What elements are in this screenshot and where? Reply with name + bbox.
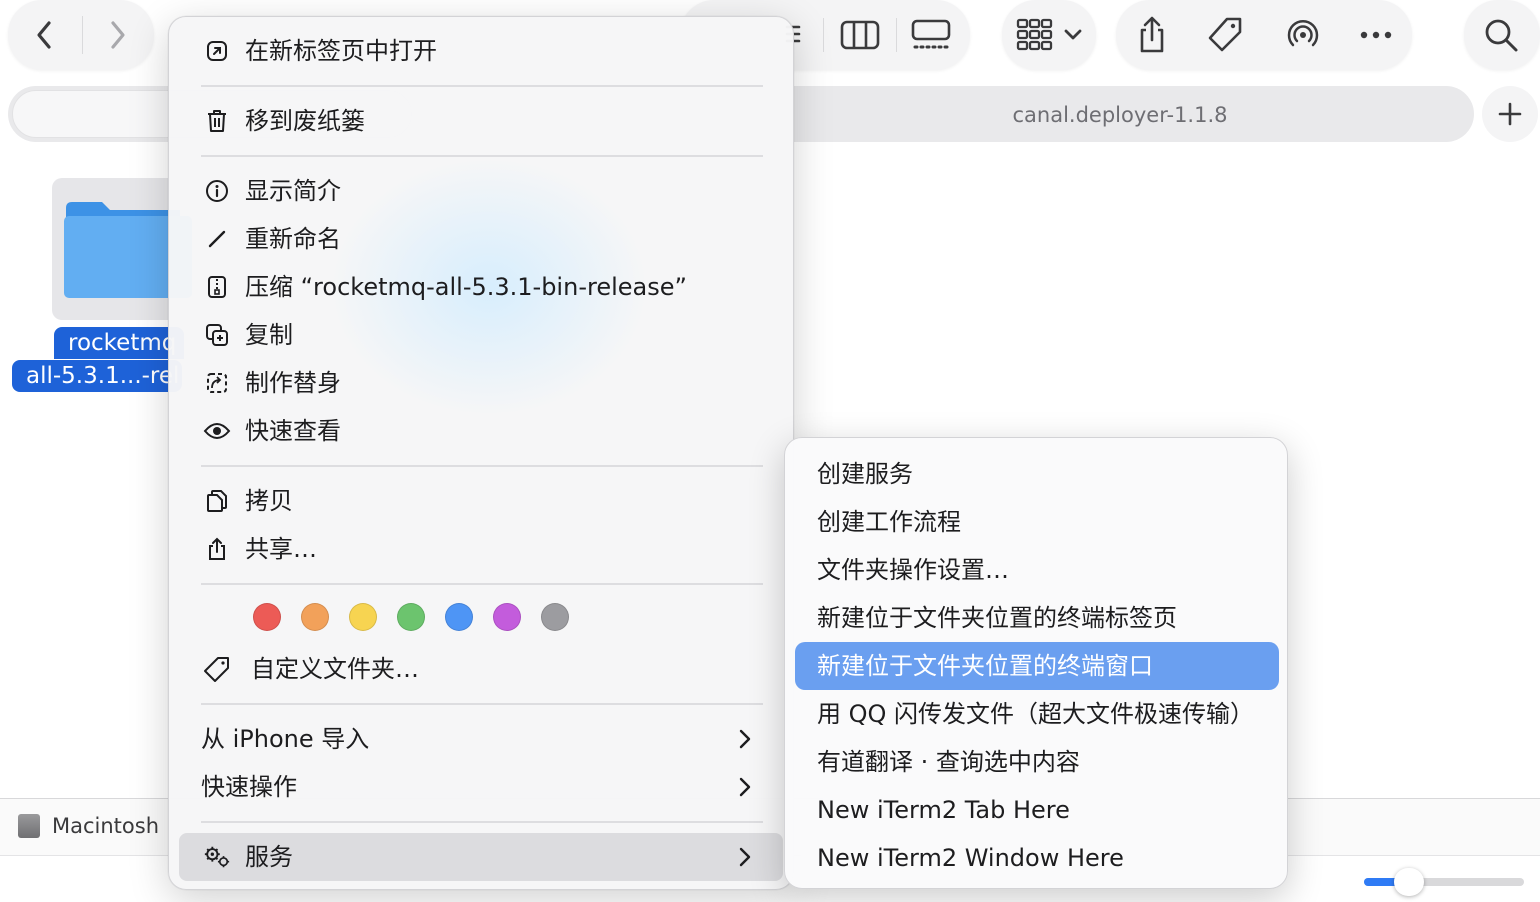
trash-icon bbox=[203, 107, 231, 135]
service-item[interactable]: 新建位于文件夹位置的终端窗口 bbox=[795, 642, 1279, 690]
chevron-left-icon bbox=[37, 21, 51, 49]
service-item[interactable]: 文件夹操作设置… bbox=[795, 546, 1279, 594]
services-submenu: 创建服务 创建工作流程 文件夹操作设置… 新建位于文件夹位置的终端标签页 新建位于文件夹… bbox=[784, 437, 1288, 889]
menu-divider bbox=[201, 821, 763, 823]
search-icon bbox=[1485, 19, 1518, 52]
menu-item-rename[interactable]: 重新命名 bbox=[179, 217, 783, 261]
tab-active-title[interactable]: canal.deployer-1.1.8 bbox=[960, 100, 1280, 130]
menu-divider bbox=[201, 85, 763, 87]
gears-icon bbox=[203, 843, 231, 871]
eye-icon bbox=[203, 417, 231, 445]
tag-color-4[interactable] bbox=[445, 603, 473, 631]
context-menu: 在新标签页中打开 移到废纸篓 显示简介 重新命名 压缩 “rocketmq-al… bbox=[168, 16, 794, 890]
tag-color-3[interactable] bbox=[397, 603, 425, 631]
tag-color-row bbox=[253, 603, 569, 631]
menu-label: 移到废纸篓 bbox=[245, 107, 365, 135]
menu-item-copy[interactable]: 拷贝 bbox=[179, 479, 783, 523]
menu-label: 制作替身 bbox=[245, 369, 341, 397]
airdrop-icon bbox=[1287, 19, 1319, 47]
service-item[interactable]: New iTerm2 Window Here bbox=[795, 834, 1279, 882]
menu-label: 显示简介 bbox=[245, 177, 341, 205]
hard-disk-icon bbox=[18, 814, 40, 838]
share-icon bbox=[203, 535, 231, 563]
more-icon bbox=[1360, 31, 1392, 39]
tag-icon bbox=[203, 655, 231, 683]
tag-color-0[interactable] bbox=[253, 603, 281, 631]
menu-item-quick-look[interactable]: 快速查看 bbox=[179, 409, 783, 453]
copy-icon bbox=[203, 487, 231, 515]
plus-icon bbox=[1498, 102, 1522, 126]
menu-item-import-from-iphone[interactable]: 从 iPhone 导入 bbox=[179, 717, 783, 761]
menu-divider bbox=[201, 703, 763, 705]
share-icon bbox=[1140, 16, 1164, 53]
menu-label: 服务 bbox=[245, 843, 293, 871]
file-name-line1[interactable]: rocketmq bbox=[54, 327, 184, 359]
open-in-tab-icon bbox=[203, 37, 231, 65]
menu-label: 从 iPhone 导入 bbox=[201, 725, 370, 753]
tag-button[interactable] bbox=[1202, 12, 1248, 58]
nav-separator bbox=[82, 16, 83, 54]
zoom-slider-knob[interactable] bbox=[1393, 868, 1424, 896]
view-separator bbox=[823, 18, 824, 52]
new-tab-button[interactable] bbox=[1482, 86, 1538, 142]
service-item[interactable]: 用 QQ 闪传发文件（超大文件极速传输） bbox=[795, 690, 1279, 738]
back-button[interactable] bbox=[22, 12, 68, 58]
menu-label: 快速查看 bbox=[245, 417, 341, 445]
menu-label: 共享… bbox=[245, 535, 317, 563]
menu-item-share[interactable]: 共享… bbox=[179, 527, 783, 571]
menu-item-get-info[interactable]: 显示简介 bbox=[179, 169, 783, 213]
info-icon bbox=[203, 177, 231, 205]
menu-divider bbox=[201, 465, 763, 467]
file-name-line2[interactable]: all-5.3.1...-rel bbox=[12, 360, 182, 392]
search-button[interactable] bbox=[1476, 12, 1526, 58]
column-view-button[interactable] bbox=[836, 14, 884, 56]
forward-button[interactable] bbox=[94, 12, 140, 58]
share-button[interactable] bbox=[1130, 12, 1174, 58]
duplicate-icon bbox=[203, 321, 231, 349]
chevron-right-icon bbox=[739, 777, 751, 797]
menu-item-duplicate[interactable]: 复制 bbox=[179, 313, 783, 357]
chevron-right-icon bbox=[111, 21, 125, 49]
airdrop-button[interactable] bbox=[1280, 12, 1326, 58]
menu-item-services[interactable]: 服务 bbox=[179, 833, 783, 881]
gallery-view-icon bbox=[911, 19, 951, 49]
menu-label: 自定义文件夹… bbox=[251, 655, 419, 683]
group-button[interactable] bbox=[1012, 14, 1088, 56]
menu-label: 重新命名 bbox=[245, 225, 341, 253]
tag-color-6[interactable] bbox=[541, 603, 569, 631]
menu-divider bbox=[201, 155, 763, 157]
view-separator-2 bbox=[896, 18, 897, 52]
chevron-right-icon bbox=[739, 729, 751, 749]
tag-icon bbox=[1208, 17, 1242, 52]
menu-label: 拷贝 bbox=[245, 487, 293, 515]
menu-item-quick-actions[interactable]: 快速操作 bbox=[179, 765, 783, 809]
menu-item-move-to-trash[interactable]: 移到废纸篓 bbox=[179, 99, 783, 143]
group-icon bbox=[1016, 18, 1082, 51]
menu-label: 快速操作 bbox=[201, 773, 297, 801]
service-item[interactable]: New iTerm2 Tab Here bbox=[795, 786, 1279, 834]
chevron-right-icon bbox=[739, 847, 751, 867]
menu-label: 压缩 “rocketmq-all-5.3.1-bin-release” bbox=[245, 273, 687, 301]
gallery-view-button[interactable] bbox=[906, 14, 956, 56]
path-item-macintosh[interactable]: Macintosh bbox=[52, 810, 159, 842]
column-view-icon bbox=[840, 20, 880, 50]
service-item[interactable]: 有道翻译 · 查询选中内容 bbox=[795, 738, 1279, 786]
menu-item-custom-folder[interactable]: 自定义文件夹… bbox=[179, 647, 783, 691]
menu-label: 在新标签页中打开 bbox=[245, 37, 437, 65]
archive-icon bbox=[203, 273, 231, 301]
service-item[interactable]: 创建服务 bbox=[795, 450, 1279, 498]
menu-item-open-in-new-tab[interactable]: 在新标签页中打开 bbox=[179, 29, 783, 73]
service-item[interactable]: 新建位于文件夹位置的终端标签页 bbox=[795, 594, 1279, 642]
tag-color-1[interactable] bbox=[301, 603, 329, 631]
pencil-icon bbox=[203, 225, 231, 253]
alias-icon bbox=[203, 369, 231, 397]
service-item[interactable]: 创建工作流程 bbox=[795, 498, 1279, 546]
tag-color-5[interactable] bbox=[493, 603, 521, 631]
menu-item-compress[interactable]: 压缩 “rocketmq-all-5.3.1-bin-release” bbox=[179, 265, 783, 309]
menu-divider bbox=[201, 583, 763, 585]
more-button[interactable] bbox=[1352, 14, 1400, 56]
menu-label: 复制 bbox=[245, 321, 293, 349]
menu-item-make-alias[interactable]: 制作替身 bbox=[179, 361, 783, 405]
tag-color-2[interactable] bbox=[349, 603, 377, 631]
